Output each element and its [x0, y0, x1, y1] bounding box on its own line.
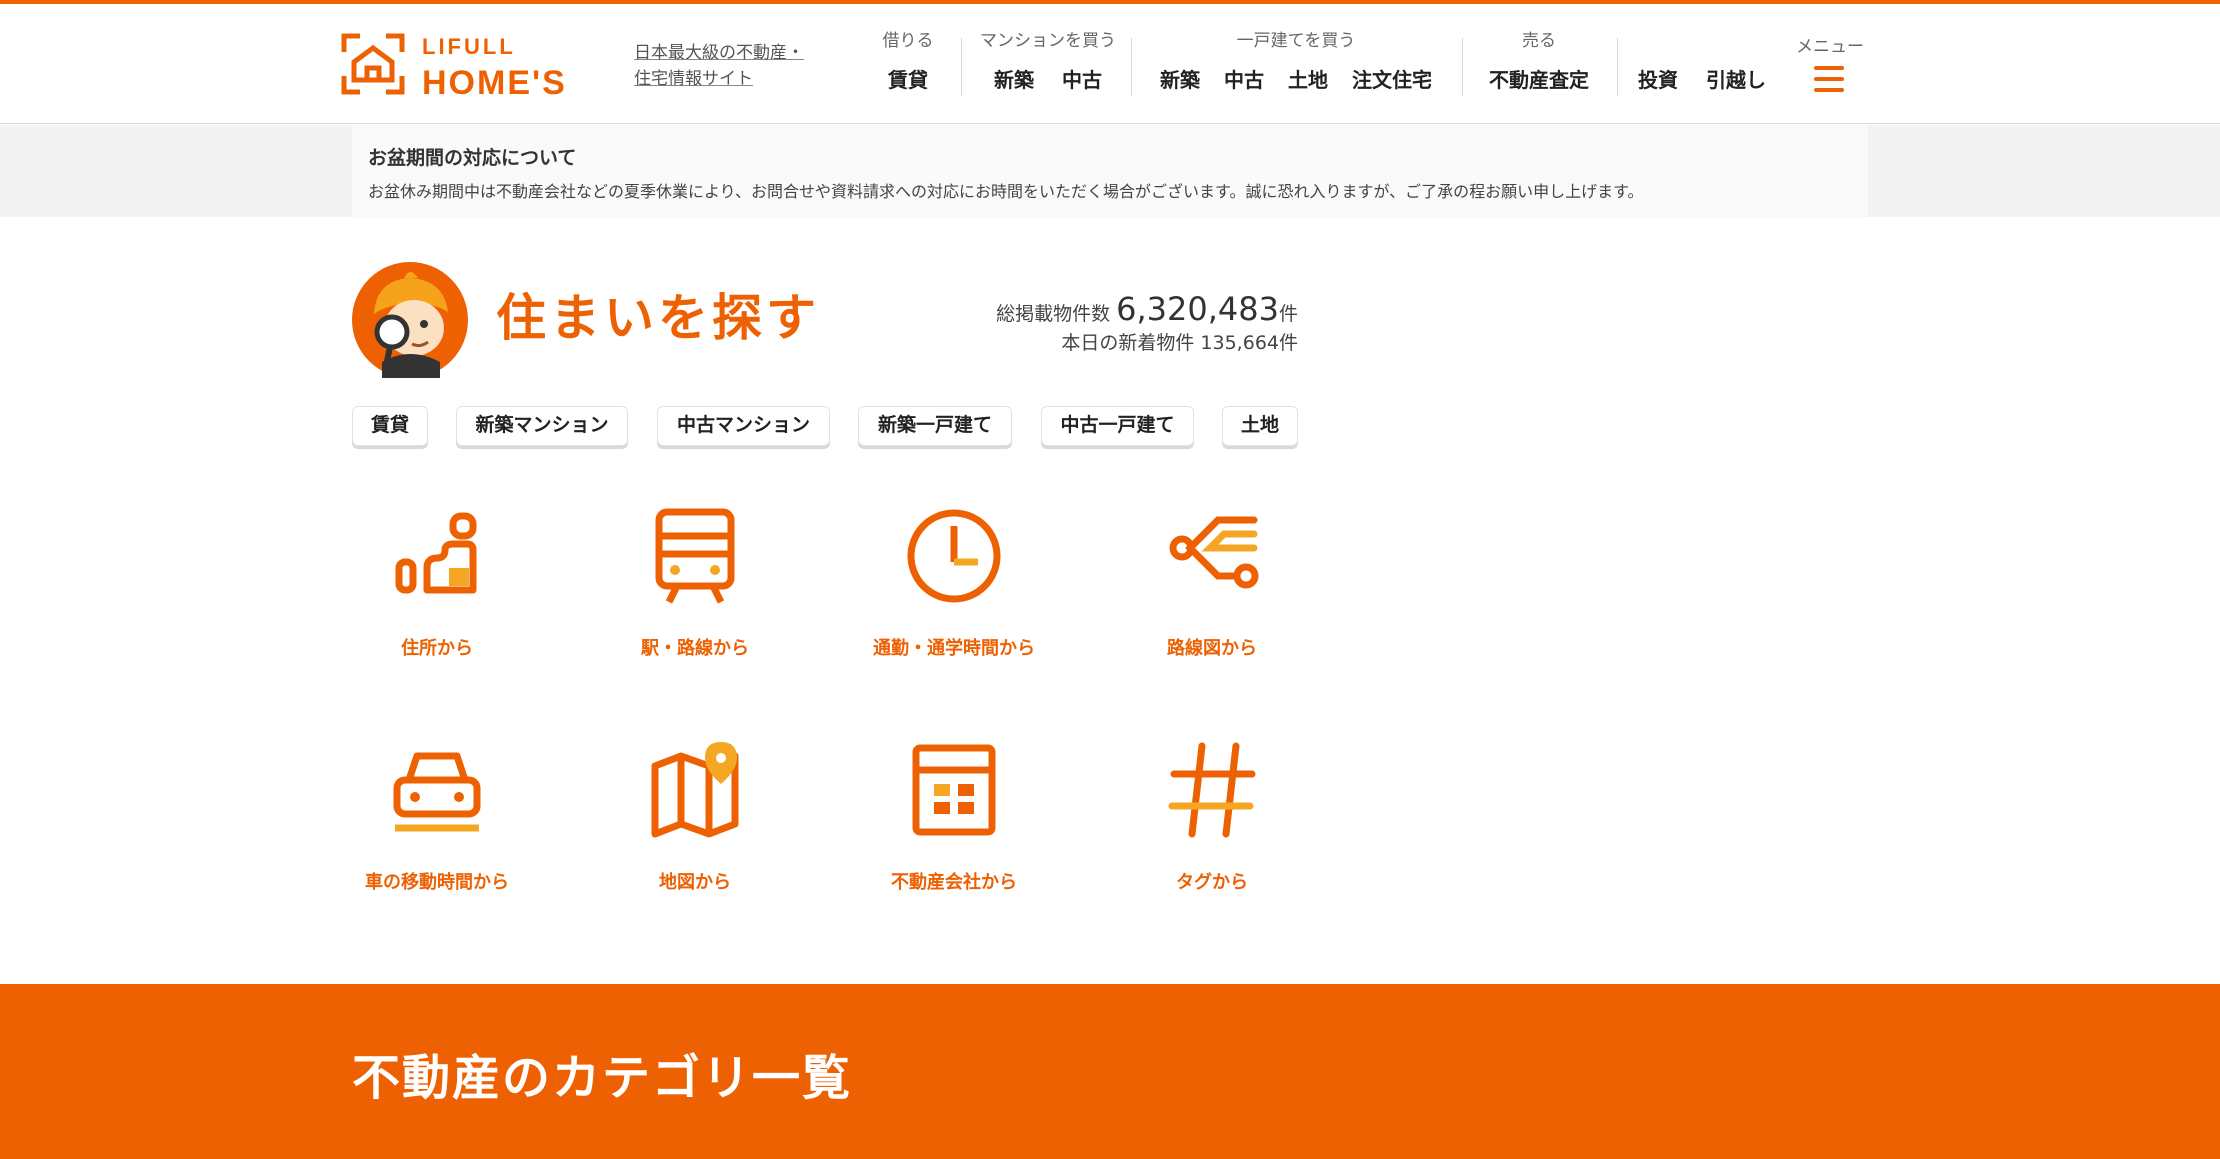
- search-by-map[interactable]: 地図から: [585, 740, 805, 940]
- tab-land[interactable]: 土地: [1222, 406, 1298, 446]
- tab-rent[interactable]: 賃貸: [352, 406, 428, 446]
- nav-link-rent[interactable]: 賃貸: [888, 64, 928, 93]
- mascot-detective-icon: [352, 262, 468, 378]
- tab-used-house[interactable]: 中古一戸建て: [1041, 406, 1194, 446]
- site-tagline[interactable]: 日本最大級の不動産・ 住宅情報サイト: [634, 40, 804, 92]
- category-section-title: 不動産のカテゴリ一覧: [352, 1050, 853, 1106]
- svg-text:LIFULL: LIFULL: [422, 34, 516, 59]
- search-by-station[interactable]: 駅・路線から: [585, 506, 805, 706]
- tab-used-mansion[interactable]: 中古マンション: [657, 406, 830, 446]
- tagline-line-2: 住宅情報サイト: [634, 69, 753, 89]
- search-by-address[interactable]: 住所から: [327, 506, 547, 706]
- address-icon: [395, 512, 477, 594]
- nav-group-rent: 借りる 賃貸: [860, 26, 956, 100]
- nav-group-sell: 売る 不動産査定: [1468, 26, 1610, 100]
- nav-link-appraisal[interactable]: 不動産査定: [1489, 64, 1589, 93]
- method-label-route-map: 路線図から: [1167, 638, 1257, 659]
- nav-link-new-mansion[interactable]: 新築: [994, 64, 1034, 93]
- map-icon: [651, 742, 739, 838]
- nav-divider: [1131, 38, 1132, 96]
- tab-new-mansion[interactable]: 新築マンション: [456, 406, 628, 446]
- nav-divider: [1462, 38, 1463, 96]
- nav-category-rent: 借りる: [882, 31, 934, 51]
- method-label-tag: タグから: [1176, 872, 1248, 893]
- notice-body: お盆休み期間中は不動産会社などの夏季休業により、お問合せや資料請求への対応にお時…: [368, 182, 1644, 201]
- nav-divider: [1617, 38, 1618, 96]
- car-icon: [393, 752, 481, 832]
- total-listings-label: 総掲載物件数: [996, 303, 1111, 325]
- new-listings-count: 135,664件: [1200, 332, 1298, 354]
- category-section: 不動産のカテゴリ一覧: [0, 984, 2220, 1159]
- nav-link-moving[interactable]: 引越し: [1706, 64, 1766, 93]
- search-by-tag[interactable]: タグから: [1102, 740, 1322, 940]
- hamburger-icon: [1814, 66, 1844, 99]
- menu-label: メニュー: [1796, 37, 1864, 57]
- notice-title: お盆期間の対応について: [368, 147, 577, 169]
- route-map-icon: [1169, 516, 1259, 589]
- listing-stats: 総掲載物件数 6,320,483件 本日の新着物件 135,664件: [900, 290, 1298, 355]
- tagline-line-1: 日本最大級の不動産・: [634, 43, 804, 63]
- site-header: LIFULL HOME'S 日本最大級の不動産・ 住宅情報サイト 借りる 賃貸 …: [0, 4, 2220, 124]
- notice-box: お盆期間の対応について お盆休み期間中は不動産会社などの夏季休業により、お問合せ…: [352, 125, 1868, 217]
- total-listings-count: 6,320,483: [1116, 290, 1279, 328]
- method-label-station: 駅・路線から: [641, 638, 749, 659]
- company-icon: [912, 744, 996, 836]
- method-label-car-time: 車の移動時間から: [365, 872, 509, 893]
- search-by-route-map[interactable]: 路線図から: [1102, 506, 1322, 706]
- menu-button[interactable]: メニュー: [1790, 26, 1870, 100]
- nav-link-custom-house[interactable]: 注文住宅: [1352, 64, 1432, 93]
- nav-category-buy-house: 一戸建てを買う: [1236, 31, 1356, 51]
- method-label-map: 地図から: [659, 872, 731, 893]
- lifull-homes-logo[interactable]: LIFULL HOME'S: [340, 30, 610, 102]
- new-listings: 本日の新着物件 135,664件: [900, 328, 1298, 355]
- method-label-address: 住所から: [401, 638, 473, 659]
- tab-new-house[interactable]: 新築一戸建て: [858, 406, 1012, 446]
- nav-group-buy-mansion: マンションを買う 新築 中古: [966, 26, 1130, 100]
- total-listings: 総掲載物件数 6,320,483件: [900, 290, 1298, 328]
- svg-text:HOME'S: HOME'S: [422, 64, 567, 102]
- nav-category-sell: 売る: [1522, 31, 1556, 51]
- method-label-company: 不動産会社から: [891, 872, 1017, 893]
- hashtag-icon: [1168, 742, 1256, 838]
- search-section-title: 住まいを探す: [496, 289, 820, 347]
- method-label-commute: 通勤・通学時間から: [873, 638, 1035, 659]
- train-icon: [655, 508, 735, 604]
- total-listings-unit: 件: [1278, 303, 1298, 325]
- nav-category-buy-mansion: マンションを買う: [980, 31, 1116, 51]
- clock-icon: [907, 509, 1001, 603]
- nav-divider: [961, 38, 962, 96]
- nav-link-used-house[interactable]: 中古: [1224, 64, 1264, 93]
- nav-link-land[interactable]: 土地: [1288, 64, 1328, 93]
- new-listings-label: 本日の新着物件: [1061, 332, 1195, 354]
- nav-group-buy-house: 一戸建てを買う 新築 中古 土地 注文住宅: [1136, 26, 1456, 100]
- nav-link-used-mansion[interactable]: 中古: [1062, 64, 1102, 93]
- search-by-car-time[interactable]: 車の移動時間から: [327, 740, 547, 940]
- nav-link-investment[interactable]: 投資: [1638, 64, 1678, 93]
- nav-link-new-house[interactable]: 新築: [1160, 64, 1200, 93]
- nav-group-other: 投資 引越し: [1622, 26, 1782, 100]
- search-by-commute[interactable]: 通勤・通学時間から: [844, 506, 1064, 706]
- search-by-company[interactable]: 不動産会社から: [844, 740, 1064, 940]
